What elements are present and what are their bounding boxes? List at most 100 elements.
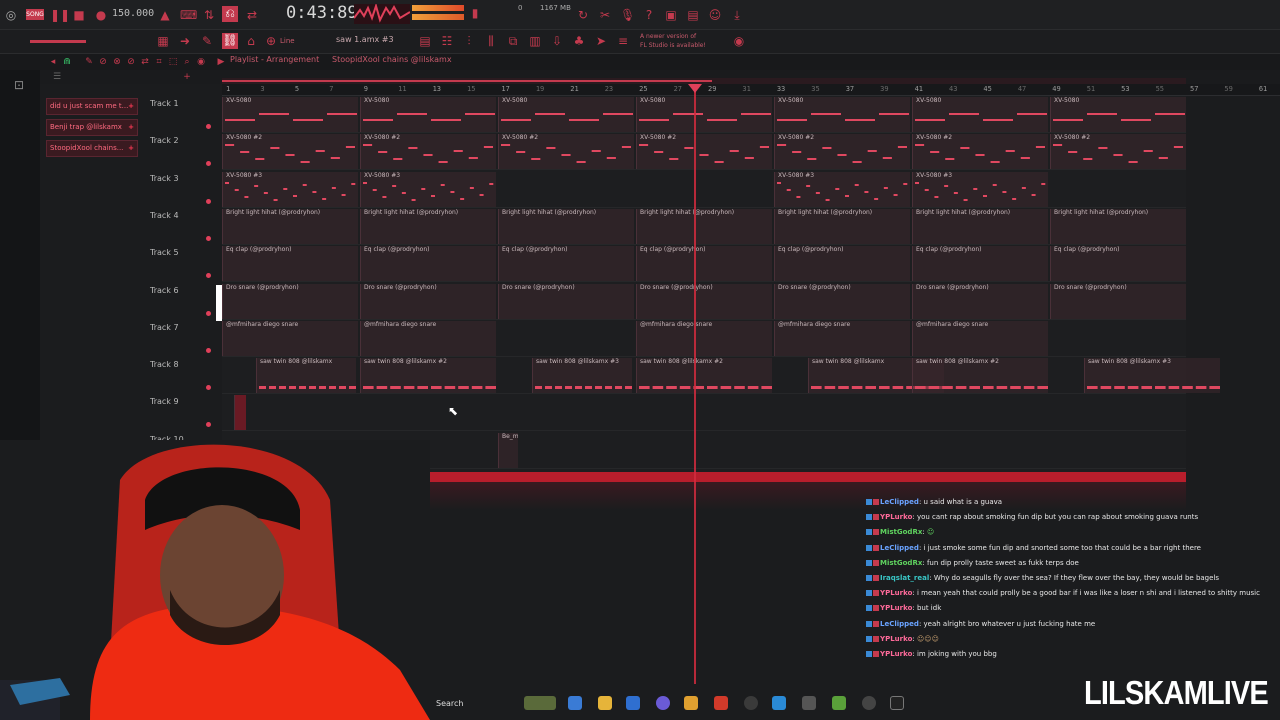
pattern-clip[interactable]: Dro snare (@prodryhon) (222, 283, 358, 319)
pattern-clip[interactable]: XV-5080 #3 (222, 171, 358, 207)
pattern-clip[interactable]: @mfmihara diego snare (912, 320, 1048, 356)
pattern-item[interactable]: StoopidXool chains... + (46, 140, 138, 157)
script-icon[interactable]: ♣ (572, 34, 586, 48)
pattern-clip[interactable]: saw twin 808 @lilskamx #3 (532, 358, 632, 394)
pattern-clip[interactable]: XV-5080 #2 (1050, 134, 1186, 170)
chain-icon[interactable]: ⛓ (222, 33, 238, 49)
playlist-icon[interactable]: ▤ (418, 34, 432, 48)
pattern-clip[interactable]: XV-5080 #3 (360, 171, 496, 207)
discord-icon[interactable] (656, 696, 670, 710)
line-mode-label[interactable]: Line (280, 37, 295, 45)
pattern-clip[interactable]: XV-5080 #2 (912, 134, 1048, 170)
track-mute-indicator[interactable] (206, 385, 211, 391)
zoom-icon[interactable]: ⌕ (180, 55, 194, 69)
pattern-clip[interactable]: Be_mx (498, 432, 518, 468)
time-display[interactable]: 0:43:89 (286, 3, 358, 23)
tempo-display[interactable]: 150.000 (112, 8, 154, 19)
pattern-clip[interactable]: Eq clap (@prodryhon) (360, 246, 496, 282)
app-icon[interactable] (802, 696, 816, 710)
piano-roll-icon[interactable]: ▦ (156, 34, 170, 48)
track-mute-indicator[interactable] (206, 310, 211, 316)
pattern-clip[interactable]: @mfmihara diego snare (222, 320, 358, 356)
pattern-clip[interactable]: XV-5080 #3 (912, 171, 1048, 207)
fl-cloud-icon[interactable]: ◉ (732, 34, 746, 48)
track-row[interactable]: Bright light hihat (@prodryhon) Bright li… (222, 208, 1186, 245)
track-row[interactable]: XV-5080 #3 XV-5080 #3 XV-5080 #3 XV-5080 #3 (222, 171, 1186, 208)
copilot-icon[interactable] (568, 696, 582, 710)
pattern-clip[interactable]: XV-5080 #2 (498, 134, 634, 170)
track-row[interactable]: Dro snare (@prodryhon) Dro snare (@prodry… (222, 283, 1186, 320)
playback-icon[interactable]: ◉ (194, 55, 208, 69)
pattern-clip[interactable]: Dro snare (@prodryhon) (774, 283, 910, 319)
track-name[interactable]: Track 8 (150, 360, 179, 369)
plus-icon[interactable]: + (180, 70, 194, 84)
step-edit-icon[interactable]: ⇄ (245, 8, 259, 22)
pattern-clip[interactable]: XV-5080 #3 (774, 171, 910, 207)
pattern-clip[interactable]: Dro snare (@prodryhon) (498, 283, 634, 319)
record-icon[interactable]: ● (94, 8, 108, 22)
delete-icon[interactable]: ⊗ (110, 55, 124, 69)
pattern-clip[interactable]: XV-5080 #2 (774, 134, 910, 170)
download-icon[interactable]: ⤓ (730, 8, 744, 22)
arrow-icon[interactable]: ➤ (594, 34, 608, 48)
update-notice[interactable]: A newer version of FL Studio is availabl… (640, 32, 706, 50)
pattern-clip[interactable] (234, 395, 246, 431)
pattern-icon[interactable]: ⫼ (484, 34, 498, 48)
brave-icon[interactable] (714, 696, 728, 710)
pattern-item[interactable]: did u just scam me t... + (46, 98, 138, 115)
pattern-clip[interactable]: Dro snare (@prodryhon) (912, 283, 1048, 319)
track-name[interactable]: Track 4 (150, 211, 179, 220)
plus-icon[interactable]: + (128, 99, 134, 114)
pattern-clip[interactable]: Bright light hihat (@prodryhon) (774, 208, 910, 244)
track-name[interactable]: Track 2 (150, 136, 179, 145)
track-mute-indicator[interactable] (206, 422, 211, 428)
pattern-clip[interactable]: Eq clap (@prodryhon) (498, 246, 634, 282)
pattern-clip[interactable]: saw twin 808 @lilskamx #2 (360, 358, 496, 394)
master-volume-slider[interactable] (30, 40, 86, 43)
pattern-clip[interactable]: Eq clap (@prodryhon) (1050, 246, 1186, 282)
track-row[interactable]: Eq clap (@prodryhon) Eq clap (@prodryhon)… (222, 245, 1186, 283)
pattern-clip[interactable]: @mfmihara diego snare (636, 320, 772, 356)
microphone-icon[interactable]: 🎙 (620, 8, 635, 22)
pause-icon[interactable]: ❚❚ (50, 8, 70, 22)
track-row[interactable]: XV-5080 XV-5080 XV-5080 XV-5080 XV-5080 XV-50… (222, 96, 1186, 133)
track-mute-indicator[interactable] (206, 161, 211, 167)
snap-icon[interactable]: ⋒ (60, 55, 74, 69)
brush-icon[interactable]: ✎ (200, 34, 214, 48)
render-icon[interactable]: ▤ (686, 8, 700, 22)
pattern-clip[interactable]: Eq clap (@prodryhon) (636, 246, 772, 282)
pattern-clip[interactable]: Bright light hihat (@prodryhon) (912, 208, 1048, 244)
pattern-clip[interactable]: saw twin 808 @lilskamx #3 (1084, 358, 1220, 394)
playlist-grid[interactable]: XV-5080 XV-5080 XV-5080 XV-5080 XV-5080 XV-50… (222, 96, 1220, 474)
store-icon[interactable] (626, 696, 640, 710)
track-name[interactable]: Track 3 (150, 174, 179, 183)
plus-icon[interactable]: + (128, 141, 134, 156)
mute-icon[interactable]: ⊘ (124, 55, 138, 69)
pattern-clip[interactable]: Bright light hihat (@prodryhon) (498, 208, 634, 244)
undo-icon[interactable]: ↻ (576, 8, 590, 22)
pattern-clip[interactable]: saw twin 808 @lilskamx (256, 358, 356, 394)
track-row[interactable]: @mfmihara diego snare @mfmihara diego sna… (222, 320, 1186, 357)
arrow-left-icon[interactable]: ◂ (46, 55, 60, 69)
plugin-icon[interactable]: ⧉ (506, 34, 520, 48)
plus-icon[interactable]: + (128, 120, 134, 135)
pattern-clip[interactable]: Bright light hihat (@prodryhon) (222, 208, 358, 244)
save-icon[interactable]: ▣ (664, 8, 678, 22)
arrow-right-icon[interactable]: ➜ (178, 34, 192, 48)
track-11-clip-bar[interactable] (300, 472, 1186, 482)
track-name[interactable]: Track 5 (150, 248, 179, 257)
taskbar-search[interactable]: Search (428, 696, 518, 712)
countdown-icon[interactable]: ⇅ (202, 8, 216, 22)
pattern-clip[interactable]: XV-5080 (1050, 97, 1186, 132)
pattern-clip[interactable]: Dro snare (@prodryhon) (636, 283, 772, 319)
mixer-icon[interactable]: ⫶ (462, 34, 476, 48)
pattern-clip[interactable]: Eq clap (@prodryhon) (774, 246, 910, 282)
wait-icon[interactable]: ⌨ (180, 8, 197, 22)
pattern-clip[interactable]: XV-5080 (222, 97, 358, 132)
pattern-clip[interactable]: XV-5080 (636, 97, 772, 132)
channel-rack-icon[interactable]: ☷ (440, 34, 454, 48)
pattern-clip[interactable]: XV-5080 #2 (222, 134, 358, 170)
time-marker-lane[interactable] (222, 78, 1186, 84)
layers-icon[interactable] (832, 696, 846, 710)
play-icon[interactable]: ▶ (214, 55, 228, 69)
